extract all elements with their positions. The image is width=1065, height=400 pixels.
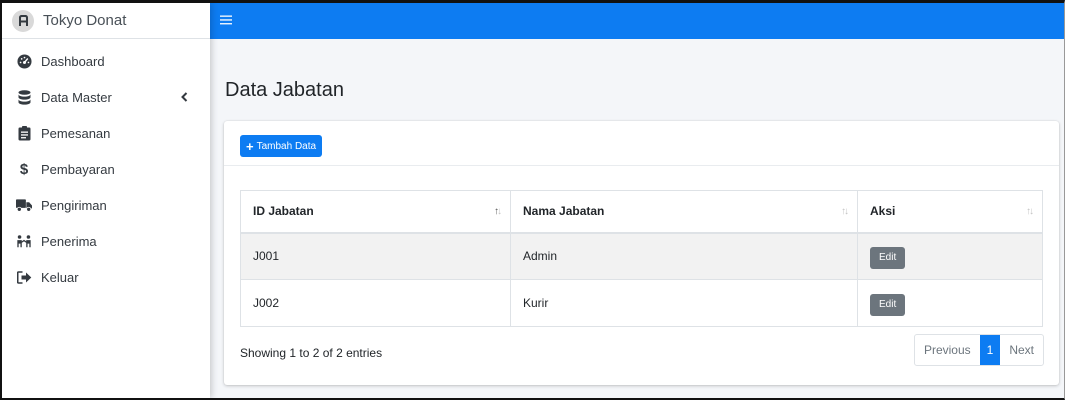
table-header-row: ID Jabatan ↑↓ Nama Jabatan ↑↓ Aksi ↑↓ [240, 190, 1043, 234]
hamburger-icon[interactable] [220, 12, 232, 30]
card-header: + Tambah Data [224, 121, 1059, 166]
sidebar-item-label: Keluar [41, 269, 79, 285]
sidebar-item-label: Pembayaran [41, 161, 115, 177]
cell-aksi: Edit [857, 279, 1043, 327]
sidebar-item-penerima[interactable]: Penerima [2, 223, 210, 259]
cube-icon [12, 9, 34, 32]
edit-button[interactable]: Edit [870, 293, 906, 316]
pagination-next[interactable]: Next [1000, 335, 1043, 365]
sidebar-item-label: Dashboard [41, 53, 105, 69]
plus-icon: + [246, 138, 254, 154]
clipboard-icon [16, 125, 32, 141]
main-content: Data Jabatan + Tambah Data ID Jabatan ↑↓ [210, 39, 1064, 398]
cell-id-jabatan: J002 [240, 279, 511, 327]
pagination-page-1[interactable]: 1 [979, 335, 1001, 365]
app-window: Tokyo Donat Dashboard Data Master Pemesa… [0, 0, 1065, 400]
sidebar-item-label: Pemesanan [41, 125, 111, 141]
sidebar-nav: Dashboard Data Master Pemesanan $ Pembay… [2, 39, 210, 295]
sidebar-item-dashboard[interactable]: Dashboard [2, 43, 210, 79]
sidebar-item-label: Pengiriman [41, 197, 107, 213]
sort-icon: ↑↓ [1026, 206, 1034, 217]
table-row: J002 Kurir Edit [240, 279, 1043, 327]
column-header-id-jabatan[interactable]: ID Jabatan ↑↓ [240, 190, 511, 234]
cell-nama-jabatan: Admin [510, 232, 858, 280]
sidebar-item-label: Data Master [41, 89, 112, 105]
sort-icon: ↑↓ [494, 206, 502, 217]
top-navbar [210, 3, 1064, 39]
tachometer-icon [16, 53, 32, 69]
sidebar-item-data-master[interactable]: Data Master [2, 79, 210, 115]
table-info: Showing 1 to 2 of 2 entries [240, 346, 383, 360]
sidebar-item-pembayaran[interactable]: $ Pembayaran [2, 151, 210, 187]
sidebar-item-label: Penerima [41, 233, 97, 249]
jabatan-table: ID Jabatan ↑↓ Nama Jabatan ↑↓ Aksi ↑↓ J0… [240, 190, 1043, 327]
page-title: Data Jabatan [225, 79, 344, 101]
column-header-nama-jabatan[interactable]: Nama Jabatan ↑↓ [510, 190, 858, 234]
edit-button[interactable]: Edit [870, 246, 906, 269]
sidebar: Tokyo Donat Dashboard Data Master Pemesa… [2, 3, 210, 398]
data-card: + Tambah Data ID Jabatan ↑↓ Nama Jabatan… [224, 121, 1059, 385]
sidebar-item-keluar[interactable]: Keluar [2, 259, 210, 295]
database-icon [16, 89, 32, 105]
cell-nama-jabatan: Kurir [510, 279, 858, 327]
add-data-button-label: Tambah Data [256, 140, 317, 152]
brand-name: Tokyo Donat [43, 12, 127, 29]
brand-link[interactable]: Tokyo Donat [2, 3, 210, 39]
cell-aksi: Edit [857, 232, 1043, 280]
cell-id-jabatan: J001 [240, 232, 511, 280]
pagination-previous[interactable]: Previous [915, 335, 980, 365]
sort-icon: ↑↓ [841, 206, 849, 217]
dollar-icon: $ [19, 160, 29, 178]
table-row: J001 Admin Edit [240, 232, 1043, 280]
add-data-button[interactable]: + Tambah Data [240, 135, 323, 157]
users-icon [16, 233, 32, 249]
chevron-left-icon[interactable] [181, 92, 188, 102]
sidebar-item-pemesanan[interactable]: Pemesanan [2, 115, 210, 151]
sign-out-icon [16, 269, 32, 285]
column-header-aksi[interactable]: Aksi ↑↓ [857, 190, 1043, 234]
sidebar-item-pengiriman[interactable]: Pengiriman [2, 187, 210, 223]
truck-icon [16, 197, 32, 213]
pagination: Previous 1 Next [913, 334, 1044, 366]
